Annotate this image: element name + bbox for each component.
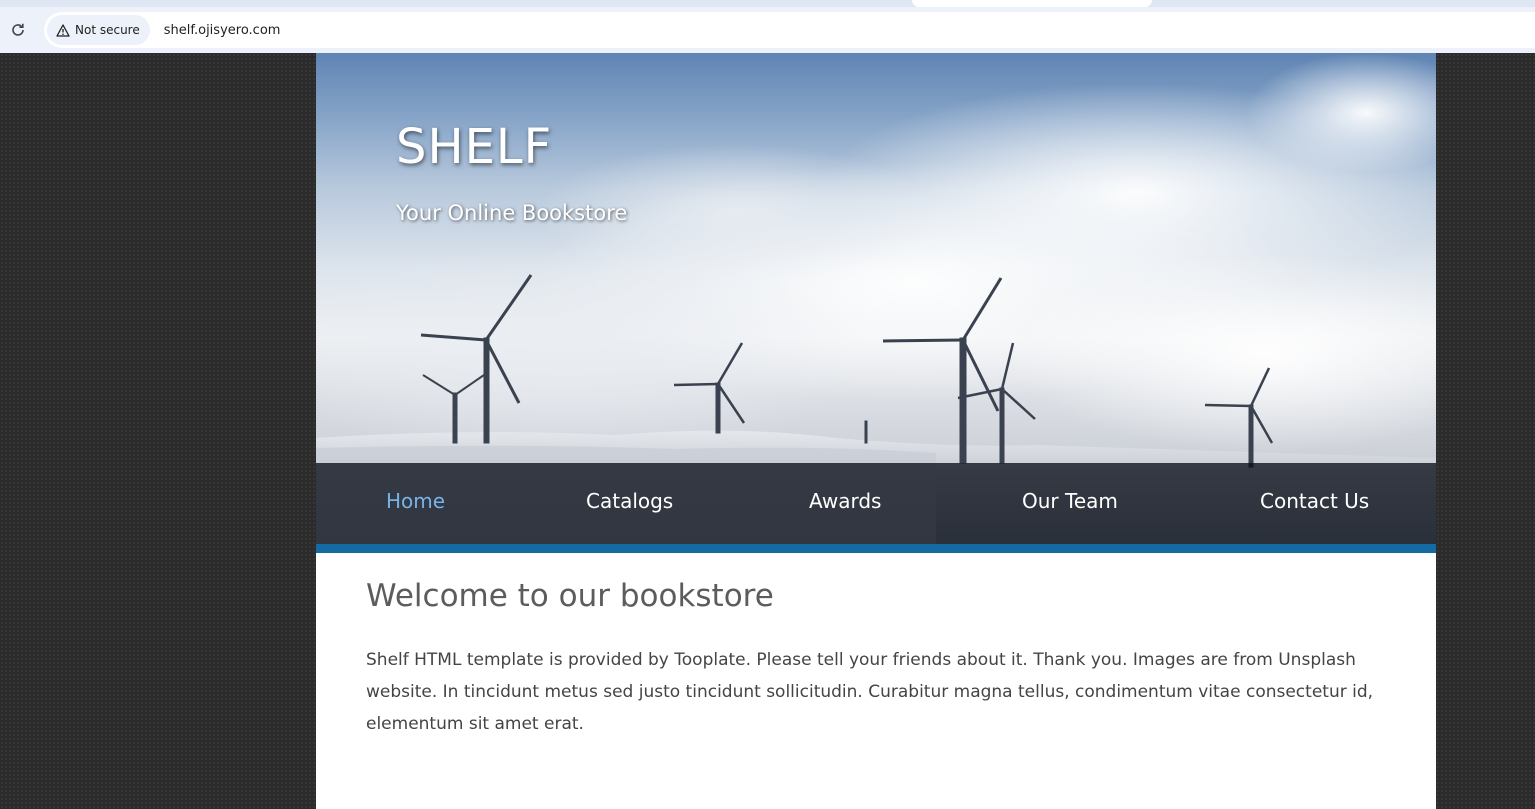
security-label: Not secure <box>75 23 140 37</box>
nav-item-home[interactable]: Home <box>386 489 445 513</box>
site-tagline: Your Online Bookstore <box>396 201 628 225</box>
accent-bar <box>316 544 1436 553</box>
nav-item-awards[interactable]: Awards <box>809 489 881 513</box>
hero-banner: SHELF Your Online Bookstore Home Catalog… <box>316 53 1436 544</box>
welcome-paragraph: Shelf HTML template is provided by Toopl… <box>366 650 1374 734</box>
reload-icon <box>12 23 24 36</box>
tab-strip <box>0 0 1535 7</box>
nav-item-contact-us[interactable]: Contact Us <box>1260 489 1369 513</box>
security-indicator[interactable]: Not secure <box>47 15 150 45</box>
address-bar[interactable]: Not secure shelf.ojisyero.com <box>44 12 1535 48</box>
active-tab[interactable] <box>912 0 1152 7</box>
site-title: SHELF <box>396 119 553 175</box>
reload-button[interactable] <box>6 18 30 42</box>
warning-triangle-icon <box>56 23 70 37</box>
main-navigation: Home Catalogs Awards Our Team Contact Us <box>316 463 1436 544</box>
browser-toolbar: Not secure shelf.ojisyero.com <box>0 7 1535 53</box>
nav-item-our-team[interactable]: Our Team <box>1022 489 1118 513</box>
welcome-heading: Welcome to our bookstore <box>366 578 774 614</box>
nav-item-catalogs[interactable]: Catalogs <box>586 489 673 513</box>
url-text[interactable]: shelf.ojisyero.com <box>164 23 281 38</box>
browser-chrome: Not secure shelf.ojisyero.com <box>0 0 1535 53</box>
